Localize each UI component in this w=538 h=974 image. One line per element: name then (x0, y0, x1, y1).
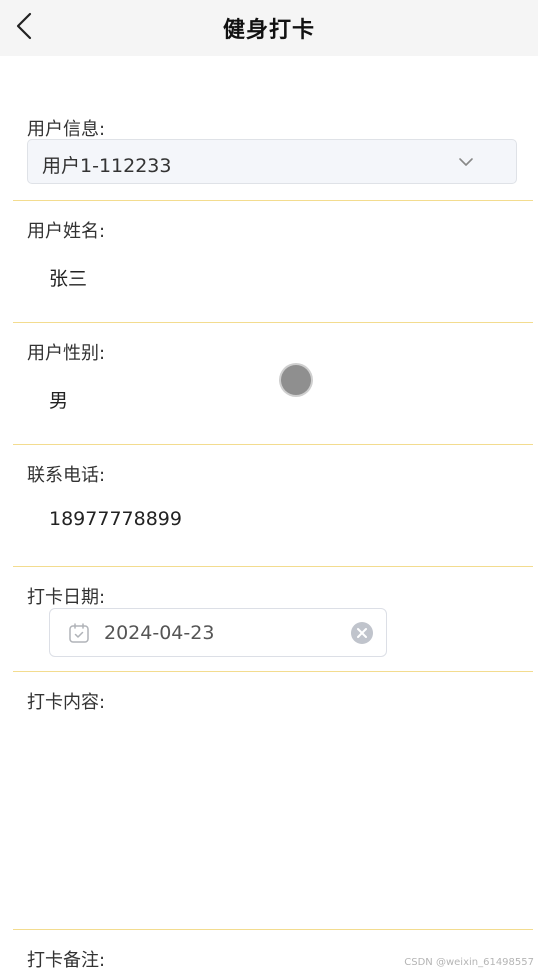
user-name-label: 用户姓名: (27, 221, 106, 242)
phone-value: 18977778899 (49, 508, 182, 530)
clear-icon[interactable] (350, 621, 374, 645)
watermark: CSDN @weixin_61498557 (404, 957, 534, 968)
divider (13, 444, 533, 445)
checkin-date-picker[interactable]: 2024-04-23 (49, 608, 387, 657)
user-info-selected-value: 用户1-112233 (42, 155, 172, 177)
checkin-note-label: 打卡备注: (27, 950, 106, 971)
user-gender-value: 男 (49, 390, 69, 412)
page-title: 健身打卡 (222, 18, 315, 43)
divider (13, 566, 533, 567)
user-info-select[interactable]: 用户1-112233 (27, 139, 517, 184)
checkin-page: 健身打卡 用户信息: 用户1-112233 用户姓名: 张三 用户性别: 男 联… (0, 0, 538, 974)
chevron-down-icon (459, 158, 473, 166)
user-gender-label: 用户性别: (27, 343, 106, 364)
checkin-content-label: 打卡内容: (27, 692, 106, 713)
divider (13, 322, 533, 323)
divider (13, 929, 533, 930)
user-info-label: 用户信息: (27, 119, 106, 140)
divider (13, 671, 533, 672)
divider (13, 200, 533, 201)
phone-label: 联系电话: (27, 465, 106, 486)
touch-indicator (281, 365, 311, 395)
checkin-date-label: 打卡日期: (27, 587, 106, 608)
checkin-content-area[interactable] (27, 716, 517, 916)
user-name-value: 张三 (49, 268, 88, 290)
nav-header: 健身打卡 (0, 0, 538, 56)
calendar-icon (69, 623, 89, 643)
checkin-date-value: 2024-04-23 (104, 622, 215, 644)
